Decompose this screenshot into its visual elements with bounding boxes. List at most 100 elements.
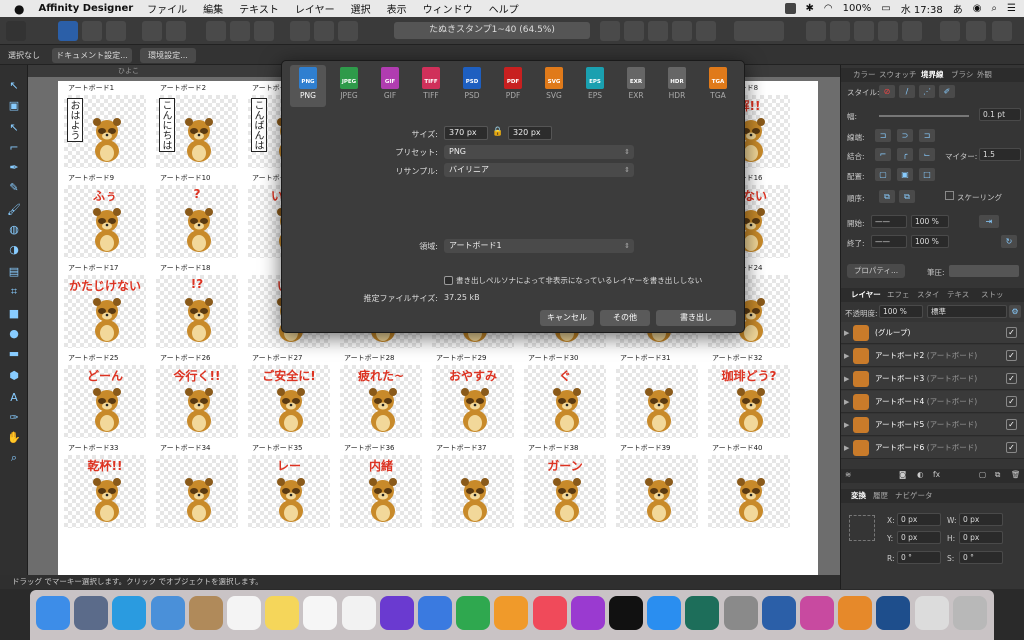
notes-icon[interactable] (265, 596, 300, 630)
text-tool-icon[interactable]: A (7, 391, 21, 405)
rotation-field[interactable]: 0 ° (897, 551, 941, 564)
end-arrow-select[interactable]: —— (871, 235, 907, 248)
tool-icon-6[interactable] (290, 21, 310, 41)
align-outside-icon[interactable]: □ (919, 168, 935, 181)
tool-icon-12[interactable] (672, 21, 692, 41)
new-layer-icon[interactable]: ▢ (979, 470, 986, 479)
layer-visibility-checkbox[interactable]: ✓ (1006, 419, 1017, 430)
artboard[interactable]: 乾杯!! (64, 455, 146, 528)
status-icon[interactable] (784, 3, 796, 14)
corner-tool-icon[interactable]: ⌐ (7, 141, 21, 155)
tab-brushes[interactable]: ブラシ (951, 68, 973, 82)
pages-icon[interactable] (494, 596, 529, 630)
safari-icon[interactable] (112, 596, 147, 630)
tool-icon-15[interactable] (830, 21, 850, 41)
hand-tool-icon[interactable]: ✋ (7, 431, 21, 445)
artboard[interactable] (432, 455, 514, 528)
tool-icon-8[interactable] (338, 21, 358, 41)
tab-color[interactable]: カラー (853, 68, 876, 82)
crop-tool-icon[interactable]: ⌗ (7, 285, 21, 299)
clock[interactable]: 水 17:38 (901, 1, 943, 16)
end-scale-field[interactable]: 100 % (911, 235, 949, 248)
stroke-front-icon[interactable]: ⧉ (899, 190, 915, 203)
format-svg[interactable]: SVG SVG (536, 65, 572, 107)
fx-icon[interactable]: fx (933, 470, 940, 479)
adjustment-icon[interactable]: ◐ (917, 470, 924, 479)
pencil-tool-icon[interactable]: ✎ (7, 181, 21, 195)
blend-mode-select[interactable]: 標準 (927, 305, 1007, 318)
preset-select[interactable]: PNG ⇕ (444, 145, 634, 159)
mail-icon[interactable] (150, 596, 185, 630)
artboard[interactable]: ふぅ (64, 185, 146, 258)
duplicate-layer-icon[interactable]: ⧉ (995, 470, 1000, 480)
brush-tool-icon[interactable]: 🖌 (7, 203, 21, 217)
format-tga[interactable]: TGA TGA (700, 65, 736, 107)
layer-row[interactable]: ▶ アートボード3 (アートボード) ✓ (841, 368, 1024, 390)
artboard[interactable]: 疲れた~ (340, 365, 422, 438)
menu-view[interactable]: 表示 (387, 1, 407, 16)
w-field[interactable]: 0 px (959, 513, 1003, 526)
format-jpeg[interactable]: JPEG JPEG (331, 65, 367, 107)
trash-icon[interactable] (952, 596, 987, 630)
mask-icon[interactable]: ◙ (899, 470, 906, 479)
music-icon[interactable] (532, 596, 567, 630)
round-cap-icon[interactable]: ⊃ (897, 129, 913, 142)
tool-icon-16[interactable] (854, 21, 874, 41)
keynote-icon[interactable] (418, 596, 452, 630)
apple-icon[interactable]: ● (14, 2, 24, 16)
delete-layer-icon[interactable]: 🗑 (1011, 470, 1021, 479)
rounded-rect-tool-icon[interactable]: ▬ (7, 347, 21, 361)
dashed-line-icon[interactable]: ⋰ (919, 85, 935, 98)
menu-file[interactable]: ファイル (147, 1, 187, 16)
tool-icon-17[interactable] (878, 21, 898, 41)
area-select[interactable]: アートボード1 ⇕ (444, 239, 634, 253)
spotlight-icon[interactable]: ⌕ (991, 3, 997, 14)
artboard[interactable]: こんにちは (156, 95, 238, 168)
podcasts-icon[interactable] (570, 596, 605, 630)
menu-select[interactable]: 選択 (351, 1, 371, 16)
scaling-checkbox[interactable] (945, 191, 954, 200)
tool-icon-1[interactable] (142, 21, 162, 41)
bluetooth-icon[interactable]: ✱ (806, 3, 814, 14)
no-stroke-icon[interactable]: ⊘ (879, 85, 895, 98)
input-method[interactable]: あ (953, 1, 963, 16)
affinity-photo-icon[interactable] (800, 596, 834, 630)
move-tool-icon[interactable]: ↖ (7, 79, 21, 93)
ellipse-tool-icon[interactable]: ● (7, 327, 21, 341)
launchpad-icon[interactable] (74, 596, 109, 630)
more-button[interactable]: その他 (600, 310, 650, 326)
document-setup-button[interactable]: ドキュメント設定... (52, 48, 132, 63)
tool-icon-10[interactable] (624, 21, 644, 41)
layer-visibility-checkbox[interactable]: ✓ (1006, 442, 1017, 453)
width-slider[interactable] (879, 115, 969, 117)
layer-row[interactable]: ▶ (グループ) ✓ (841, 322, 1024, 344)
tab-stroke[interactable]: 境界線 (921, 68, 944, 82)
artboard[interactable] (156, 455, 238, 528)
format-gif[interactable]: GIF GIF (372, 65, 408, 107)
artboard[interactable]: ? (156, 185, 238, 258)
timemachine-icon[interactable] (685, 596, 720, 630)
miter-field[interactable]: 1.5 (979, 148, 1021, 161)
start-arrow-select[interactable]: —— (871, 215, 907, 228)
align-inside-icon[interactable]: ▣ (897, 168, 913, 181)
hide-layers-checkbox[interactable] (444, 276, 453, 285)
artboard[interactable]: おはよう (64, 95, 146, 168)
opacity-field[interactable]: 100 % (879, 305, 923, 318)
appstore-icon[interactable] (647, 596, 682, 630)
artboard[interactable]: 内緒 (340, 455, 422, 528)
format-pdf[interactable]: PDF PDF (495, 65, 531, 107)
width-field[interactable]: 0.1 pt (979, 108, 1021, 121)
layer-visibility-checkbox[interactable]: ✓ (1006, 396, 1017, 407)
tab-navigator[interactable]: ナビゲータ (895, 489, 933, 503)
tool-icon-5[interactable] (254, 21, 274, 41)
wifi-icon[interactable]: ◠ (824, 3, 833, 14)
width-input[interactable]: 370 px (444, 126, 488, 140)
menu-layer[interactable]: レイヤー (295, 1, 335, 16)
transparency-tool-icon[interactable]: ◑ (7, 243, 21, 257)
height-input[interactable]: 320 px (508, 126, 552, 140)
affinity-designer-beta-icon[interactable] (876, 596, 911, 630)
layer-visibility-checkbox[interactable]: ✓ (1006, 327, 1017, 338)
numbers-icon[interactable] (456, 596, 491, 630)
imovie-icon[interactable] (379, 596, 414, 630)
square-cap-icon[interactable]: ⊐ (919, 129, 935, 142)
